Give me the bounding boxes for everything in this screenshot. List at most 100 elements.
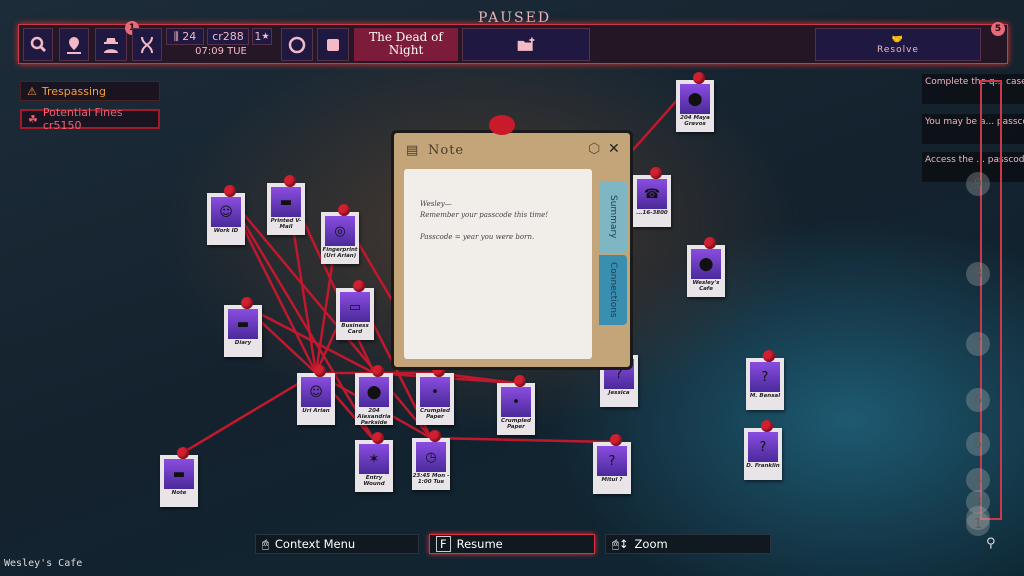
- evidence-card[interactable]: ⬤ 204 Maya Gravos: [676, 72, 714, 132]
- note-title: Note: [428, 143, 465, 158]
- pushpin-icon: [489, 115, 515, 135]
- pushpin-icon: [284, 175, 296, 187]
- person-icon: ☺: [211, 197, 241, 227]
- lightbulb-icon[interactable]: ⚲: [986, 536, 996, 551]
- fingerprint-icon: ◎: [325, 216, 355, 246]
- map-pin-icon: ⬤: [359, 377, 389, 407]
- trespassing-alert: ⚠ Trespassing: [20, 81, 160, 101]
- evidence-card[interactable]: ⬤ Wesley's Cafe: [687, 237, 725, 297]
- warning-icon: ⚠: [27, 84, 37, 98]
- progress-step: 4: [966, 468, 990, 492]
- note-line: Wesley—: [420, 200, 452, 208]
- pushpin-icon: [650, 167, 662, 179]
- card-label: 23:45 Mon - 1:00 Tue: [412, 473, 450, 485]
- evidence-card[interactable]: ▬ Note: [160, 447, 198, 507]
- pushpin-icon: [177, 447, 189, 459]
- progress-step: 7: [966, 332, 990, 356]
- close-icon[interactable]: ✕: [608, 141, 620, 157]
- game-time: 07:09 TUE: [195, 46, 247, 57]
- note-line: Passcode = year you were born.: [420, 233, 535, 241]
- clock-icon: ◷: [416, 442, 446, 472]
- context-menu-hint[interactable]: 🖱 Context Menu: [255, 534, 419, 554]
- key-f: F: [436, 536, 451, 552]
- folder-plus-icon: [517, 37, 535, 51]
- progress-step: 9: [966, 172, 990, 196]
- resolve-label: Resolve: [877, 44, 919, 55]
- progress-step: 1: [966, 512, 990, 536]
- zoom-hint[interactable]: 🖱↕ Zoom: [605, 534, 771, 554]
- search-button[interactable]: [23, 28, 53, 61]
- notes-button[interactable]: [317, 28, 349, 61]
- card-label: 204 Alexandria Parkside: [357, 408, 391, 426]
- card-label: Fingerprint (Uri Arian): [322, 247, 358, 259]
- dna-button[interactable]: [132, 28, 162, 61]
- card-label: Business Card: [341, 323, 369, 335]
- pushpin-icon: [224, 185, 236, 197]
- evidence-card[interactable]: • Crumpled Paper: [416, 365, 454, 425]
- star-icon: ★: [261, 31, 270, 42]
- evidence-card[interactable]: ☺ Uri Arian: [297, 365, 335, 425]
- pushpin-icon: [761, 420, 773, 432]
- progress-step: 6: [966, 388, 990, 412]
- ring-button[interactable]: [281, 28, 313, 61]
- progress-step: 8: [966, 262, 990, 286]
- pushpin-icon: [429, 430, 441, 442]
- evidence-string: [178, 371, 317, 457]
- pushpin-icon: [514, 375, 526, 387]
- evidence-card[interactable]: ⬤ 204 Alexandria Parkside: [355, 365, 393, 426]
- cube-icon[interactable]: ⬡: [588, 141, 600, 157]
- evidence-card[interactable]: ◎ Fingerprint (Uri Arian): [321, 204, 359, 264]
- evidence-card[interactable]: ▬ Diary: [224, 297, 262, 357]
- map-pin-icon: [67, 36, 81, 54]
- evidence-card[interactable]: ▭ Business Card: [336, 280, 374, 340]
- paper-icon: •: [501, 387, 531, 417]
- energy-icon: ⫼: [173, 29, 183, 43]
- card-label: Printed V-Mail: [270, 218, 302, 230]
- resolve-badge: 5: [991, 22, 1005, 36]
- location-label: Wesley's Cafe: [4, 558, 83, 569]
- evidence-card[interactable]: ☎ ...16-3800: [633, 167, 671, 227]
- card-label: D. Franklin: [746, 463, 780, 469]
- evidence-card[interactable]: ✶ Entry Wound: [355, 432, 393, 492]
- tab-connections[interactable]: Connections: [599, 255, 627, 325]
- fines-icon: ☘: [28, 112, 38, 126]
- context-label: Context Menu: [274, 537, 356, 551]
- card-label: Crumpled Paper: [420, 408, 450, 420]
- mouse-icon: 🖱: [262, 536, 269, 551]
- pushpin-icon: [338, 204, 350, 216]
- objective-item: Complete the q... case s...: [922, 74, 1024, 104]
- handshake-icon: 🤝: [891, 34, 905, 45]
- detective-icon: [104, 37, 118, 53]
- pushpin-icon: [241, 297, 253, 309]
- unknown-person-icon: ?: [748, 432, 778, 462]
- pushpin-icon: [353, 280, 365, 292]
- person-icon: ☺: [301, 377, 331, 407]
- book-icon: ▬: [228, 309, 258, 339]
- card-label: Note: [171, 490, 187, 496]
- tab-summary[interactable]: Summary: [599, 181, 627, 253]
- card-label: 204 Maya Gravos: [680, 115, 710, 127]
- evidence-card[interactable]: ? Mitul ?: [593, 434, 631, 494]
- paper-icon: •: [420, 377, 450, 407]
- fines-alert: ☘ Potential Fines cr5150: [20, 106, 160, 132]
- evidence-card[interactable]: ▬ Printed V-Mail: [267, 175, 305, 235]
- note-line: Remember your passcode this time!: [420, 211, 549, 219]
- top-bar: 1 ⫼ 24 cr288 1★ 07:09 TUE The Dead of Ni…: [18, 21, 1008, 64]
- evidence-card[interactable]: ? D. Franklin: [744, 420, 782, 480]
- suspects-button[interactable]: [95, 28, 127, 61]
- evidence-card[interactable]: ◷ 23:45 Mon - 1:00 Tue: [412, 430, 450, 490]
- evidence-card[interactable]: ☺ Work ID: [207, 185, 245, 245]
- resume-button[interactable]: F Resume: [429, 534, 595, 554]
- resume-label: Resume: [456, 537, 503, 551]
- evidence-card[interactable]: • Crumpled Paper: [497, 375, 535, 435]
- card-label: Jessica: [608, 390, 630, 396]
- card-label: Uri Arian: [302, 408, 330, 414]
- case-title[interactable]: The Dead of Night: [354, 28, 458, 61]
- evidence-card[interactable]: ? M. Bensal: [746, 350, 784, 410]
- card-label: Work ID: [213, 228, 239, 234]
- wound-icon: ✶: [359, 444, 389, 474]
- stars-value: 1: [254, 30, 262, 43]
- resolve-button[interactable]: 🤝 Resolve: [815, 28, 981, 61]
- new-folder-button[interactable]: [462, 28, 590, 61]
- map-button[interactable]: [59, 28, 89, 61]
